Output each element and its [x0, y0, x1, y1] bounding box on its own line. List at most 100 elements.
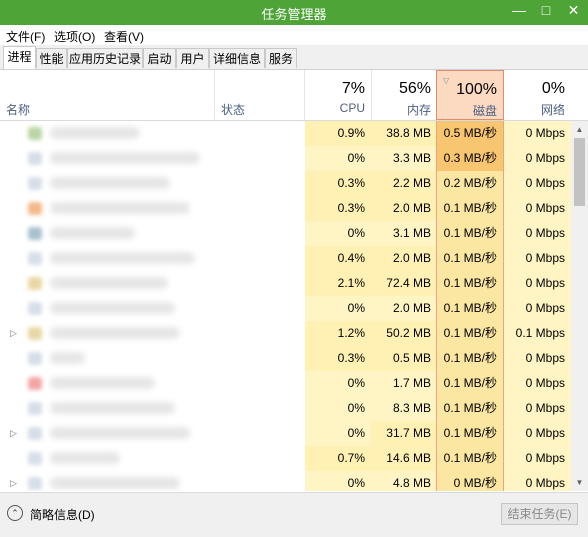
row-network: 0 Mbps: [503, 196, 571, 221]
process-icon: [28, 477, 42, 490]
process-name-redacted: [50, 352, 85, 364]
row-network: 0 Mbps: [503, 121, 571, 146]
minimize-button[interactable]: —: [505, 0, 533, 22]
table-row[interactable]: 0.4% 2.0 MB 0.1 MB/秒 0 Mbps: [0, 246, 571, 271]
memory-total: 56%: [398, 80, 431, 97]
maximize-button[interactable]: □: [533, 0, 559, 22]
row-network: 0 Mbps: [503, 246, 571, 271]
menu-bar: 文件(F) 选项(O) 查看(V): [0, 25, 588, 45]
tab-services[interactable]: 服务: [265, 48, 297, 68]
row-memory: 50.2 MB: [371, 321, 437, 346]
row-network: 0.1 Mbps: [503, 321, 571, 346]
row-cpu: 0%: [305, 221, 371, 246]
collapse-icon[interactable]: ⌃: [7, 505, 23, 521]
fewer-details-link[interactable]: 简略信息(D): [30, 506, 95, 523]
table-row[interactable]: 0% 2.0 MB 0.1 MB/秒 0 Mbps: [0, 296, 571, 321]
row-cpu: 0%: [305, 471, 371, 491]
header-status-label: 状态: [221, 103, 246, 117]
expand-icon[interactable]: ▷: [10, 421, 17, 446]
row-memory: 2.0 MB: [371, 196, 437, 221]
row-network: 0 Mbps: [503, 421, 571, 446]
vertical-scrollbar[interactable]: ▲ ▼: [571, 121, 588, 491]
process-icon: [28, 427, 42, 440]
tab-app-history[interactable]: 应用历史记录: [67, 48, 143, 68]
table-row[interactable]: ▷ 1.2% 50.2 MB 0.1 MB/秒 0.1 Mbps: [0, 321, 571, 346]
row-memory: 8.3 MB: [371, 396, 437, 421]
row-network: 0 Mbps: [503, 396, 571, 421]
process-name-redacted: [50, 327, 180, 339]
scroll-up-icon[interactable]: ▲: [571, 121, 588, 138]
table-row[interactable]: 0% 3.1 MB 0.1 MB/秒 0 Mbps: [0, 221, 571, 246]
table-row[interactable]: 0% 1.7 MB 0.1 MB/秒 0 Mbps: [0, 371, 571, 396]
row-memory: 2.2 MB: [371, 171, 437, 196]
process-icon: [28, 352, 42, 365]
table-row[interactable]: 0.3% 0.5 MB 0.1 MB/秒 0 Mbps: [0, 346, 571, 371]
process-name-redacted: [50, 152, 200, 164]
menu-options[interactable]: 选项(O): [54, 28, 95, 45]
table-row[interactable]: 2.1% 72.4 MB 0.1 MB/秒 0 Mbps: [0, 271, 571, 296]
row-cpu: 0.7%: [305, 446, 371, 471]
row-network: 0 Mbps: [503, 371, 571, 396]
row-cpu: 0%: [305, 396, 371, 421]
row-disk: 0.1 MB/秒: [437, 346, 503, 371]
header-disk[interactable]: ▽ 100% 磁盘: [436, 70, 504, 120]
table-row[interactable]: 0% 8.3 MB 0.1 MB/秒 0 Mbps: [0, 396, 571, 421]
row-disk: 0.5 MB/秒: [437, 121, 503, 146]
process-icon: [28, 227, 42, 240]
table-row[interactable]: 0% 3.3 MB 0.3 MB/秒 0 Mbps: [0, 146, 571, 171]
row-cpu: 2.1%: [305, 271, 371, 296]
row-cpu: 0%: [305, 371, 371, 396]
row-disk: 0.1 MB/秒: [437, 396, 503, 421]
header-cpu[interactable]: 7% CPU: [305, 70, 371, 120]
tab-performance[interactable]: 性能: [36, 48, 67, 68]
tab-startup[interactable]: 启动: [143, 48, 176, 68]
close-button[interactable]: ✕: [559, 0, 588, 22]
row-network: 0 Mbps: [503, 471, 571, 491]
menu-view[interactable]: 查看(V): [104, 28, 144, 45]
expand-icon[interactable]: ▷: [10, 321, 17, 346]
tab-details[interactable]: 详细信息: [209, 48, 265, 68]
expand-icon[interactable]: ▷: [10, 471, 17, 491]
scroll-thumb[interactable]: [574, 138, 585, 206]
header-name[interactable]: 名称: [0, 70, 214, 120]
row-cpu: 0%: [305, 146, 371, 171]
row-memory: 3.1 MB: [371, 221, 437, 246]
end-task-button[interactable]: 结束任务(E): [501, 503, 578, 525]
row-cpu: 0.4%: [305, 246, 371, 271]
tab-processes[interactable]: 进程: [3, 46, 36, 69]
row-memory: 4.8 MB: [371, 471, 437, 491]
table-row[interactable]: 0.7% 14.6 MB 0.1 MB/秒 0 Mbps: [0, 446, 571, 471]
header-network[interactable]: 0% 网络: [504, 70, 571, 120]
process-name-redacted: [50, 452, 120, 464]
header-status[interactable]: 状态: [215, 70, 304, 120]
table-row[interactable]: 0.9% 38.8 MB 0.5 MB/秒 0 Mbps: [0, 121, 571, 146]
row-disk: 0.1 MB/秒: [437, 446, 503, 471]
row-disk: 0.1 MB/秒: [437, 271, 503, 296]
disk-total: 100%: [456, 81, 497, 98]
row-cpu: 0%: [305, 421, 371, 446]
row-disk: 0.1 MB/秒: [437, 221, 503, 246]
process-name-redacted: [50, 402, 175, 414]
row-disk: 0.1 MB/秒: [437, 321, 503, 346]
column-header: 名称 状态 7% CPU 56% 内存 ▽ 100% 磁盘 0% 网络: [0, 70, 588, 121]
header-name-label: 名称: [6, 103, 31, 117]
table-row[interactable]: 0.3% 2.2 MB 0.2 MB/秒 0 Mbps: [0, 171, 571, 196]
table-row[interactable]: ▷ 0% 4.8 MB 0 MB/秒 0 Mbps: [0, 471, 571, 491]
process-name-redacted: [50, 127, 140, 139]
row-memory: 3.3 MB: [371, 146, 437, 171]
process-icon: [28, 152, 42, 165]
table-row[interactable]: 0.3% 2.0 MB 0.1 MB/秒 0 Mbps: [0, 196, 571, 221]
cpu-total: 7%: [341, 80, 365, 97]
tab-users[interactable]: 用户: [176, 48, 209, 68]
process-icon: [28, 277, 42, 290]
menu-file[interactable]: 文件(F): [6, 28, 45, 45]
table-row[interactable]: ▷ 0% 31.7 MB 0.1 MB/秒 0 Mbps: [0, 421, 571, 446]
row-memory: 38.8 MB: [371, 121, 437, 146]
row-network: 0 Mbps: [503, 446, 571, 471]
header-memory-label: 内存: [406, 103, 431, 117]
header-memory[interactable]: 56% 内存: [371, 70, 437, 120]
process-name-redacted: [50, 227, 135, 239]
tab-strip: 进程 性能 应用历史记录 启动 用户 详细信息 服务: [0, 45, 588, 70]
scroll-down-icon[interactable]: ▼: [571, 474, 588, 491]
row-disk: 0.1 MB/秒: [437, 421, 503, 446]
